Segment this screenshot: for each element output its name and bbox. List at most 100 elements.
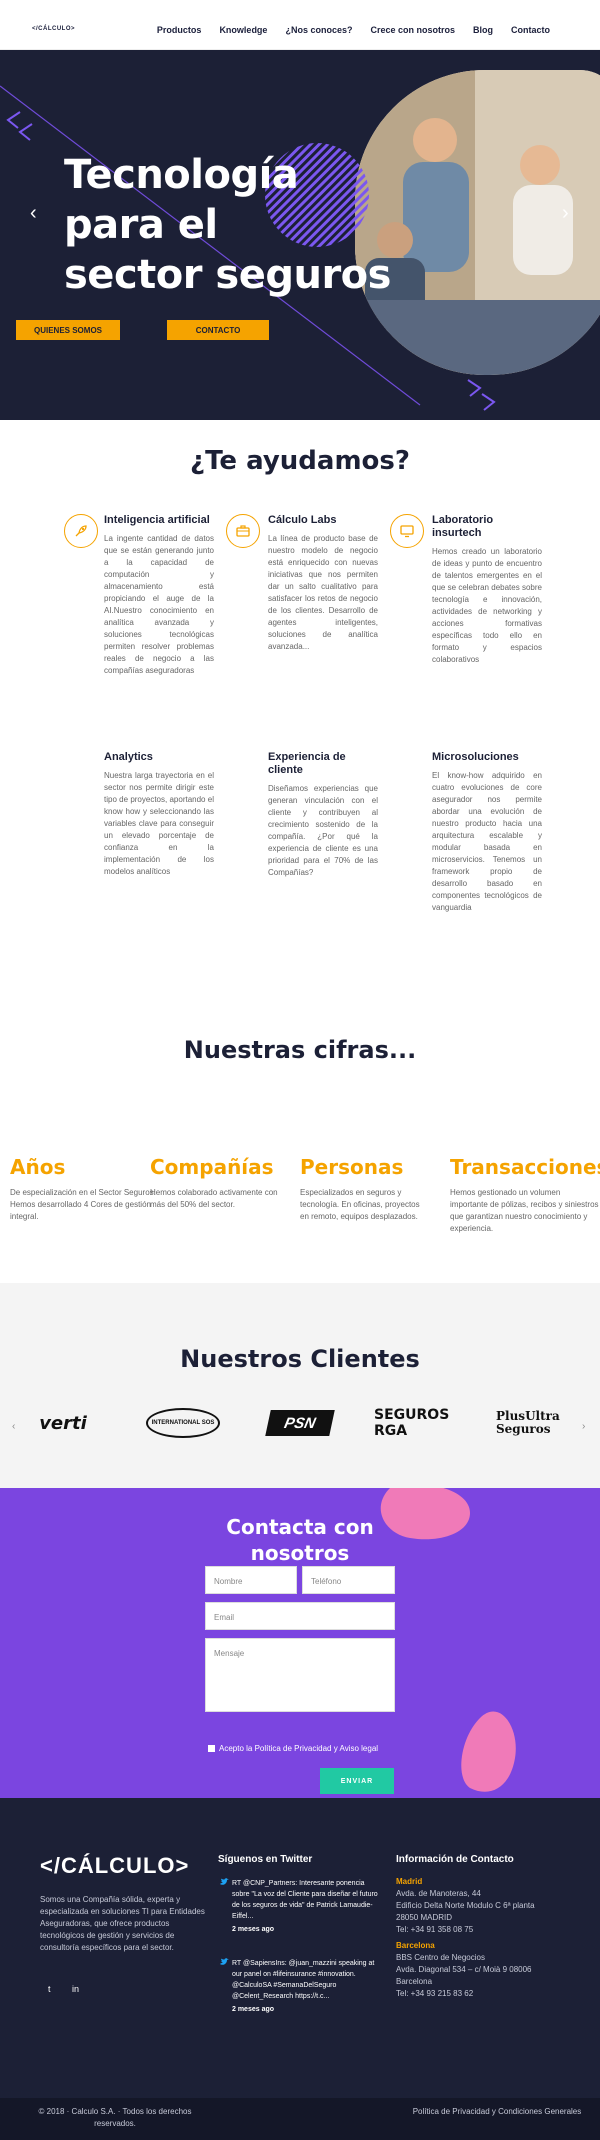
footer-about: Somos una Compañía sólida, experta y esp…: [40, 1895, 205, 1952]
hero-title-line-2: para el: [64, 202, 218, 248]
barcelona-line: Avda. Diagonal 534 – c/ Moià 9 08006 Bar…: [396, 1965, 532, 1986]
service-laboratorio-insurtech: Laboratorio insurtech Hemos creado un la…: [432, 514, 542, 666]
name-input[interactable]: Nombre: [205, 1566, 297, 1594]
logo-text: </CÁLCULO>: [32, 26, 76, 32]
clients-prev-arrow-icon[interactable]: ‹: [12, 1421, 15, 1432]
madrid-line: Edificio Delta Norte Modulo C 6ª planta: [396, 1901, 535, 1910]
service-title: Experiencia de cliente: [268, 751, 346, 776]
service-description: Nuestra larga trayectoria en el sector n…: [104, 771, 214, 876]
figure-title: Compañías: [150, 1155, 274, 1179]
hero-title-line-3: sector seguros: [64, 252, 391, 298]
service-title: Inteligencia artificial: [104, 514, 210, 526]
contact-title: Contacta con nosotros: [200, 1514, 400, 1566]
service-title: Laboratorio insurtech: [432, 514, 494, 539]
figure-companias: Compañías Hemos colaborado activamente c…: [150, 1155, 280, 1211]
barcelona-label: Barcelona: [396, 1941, 435, 1950]
tweet-1: RT @CNP_Partners: Interesante ponencia s…: [232, 1878, 382, 1935]
consent-checkbox[interactable]: [208, 1745, 215, 1752]
phone-input[interactable]: Teléfono: [302, 1566, 395, 1594]
figure-description: Hemos colaborado activamente con más del…: [150, 1188, 278, 1209]
tweet-time: 2 meses ago: [232, 1926, 275, 1933]
contact-info-heading: Información de Contacto: [396, 1854, 514, 1865]
privacy-consent: Acepto la Política de Privacidad y Aviso…: [208, 1744, 378, 1753]
service-analytics: Analytics Nuestra larga trayectoria en e…: [104, 751, 214, 878]
figure-description: De especialización en el Sector Seguros.…: [10, 1188, 156, 1221]
figure-title: Años: [10, 1155, 66, 1179]
service-title: Analytics: [104, 751, 153, 763]
figure-title: Transacciones: [450, 1155, 600, 1179]
footer: </CÁLCULO> Somos una Compañía sólida, ex…: [0, 1798, 600, 2098]
consent-label: Acepto la Política de Privacidad y Aviso…: [219, 1744, 379, 1753]
message-textarea[interactable]: Mensaje: [205, 1638, 395, 1712]
client-logo-international-sos: INTERNATIONAL SOS: [146, 1408, 220, 1438]
tweet-time: 2 meses ago: [232, 2006, 275, 2013]
tweet-2: RT @SapiensIns: @juan_mazzini speaking a…: [232, 1958, 382, 2015]
monitor-icon: [390, 514, 424, 548]
tweet-bird-icon: [220, 1878, 229, 1888]
client-logo-verti: verti: [39, 1412, 87, 1434]
clients-title: Nuestros Clientes: [180, 1345, 420, 1373]
client-logo-rga: SEGUROS RGA: [374, 1407, 450, 1439]
tweet-text[interactable]: RT @SapiensIns: @juan_mazzini speaking a…: [232, 1958, 382, 2002]
bottom-bar: © 2018 · Calculo S.A. · Todos los derech…: [0, 2098, 600, 2140]
service-microsoluciones: Microsoluciones El know-how adquirido en…: [432, 751, 542, 914]
service-description: El know-how adquirido en cuatro evolucio…: [432, 771, 542, 912]
service-ai: Inteligencia artificial La ingente canti…: [104, 514, 214, 677]
slider-prev-arrow-icon[interactable]: ‹: [30, 202, 37, 225]
send-button[interactable]: ENVIAR: [320, 1768, 394, 1794]
madrid-label: Madrid: [396, 1877, 423, 1886]
email-input[interactable]: Email: [205, 1602, 395, 1630]
contact-title-line-1: Contacta con: [226, 1515, 374, 1539]
clients-next-arrow-icon[interactable]: ›: [582, 1421, 585, 1432]
top-navigation: </CÁLCULO> Productos Knowledge ¿Nos cono…: [0, 0, 600, 50]
slider-next-arrow-icon[interactable]: ›: [562, 202, 569, 225]
nav-productos[interactable]: Productos: [157, 25, 202, 35]
tweet-text[interactable]: RT @CNP_Partners: Interesante ponencia s…: [232, 1878, 382, 1922]
service-description: Hemos creado un laboratorio de ideas y p…: [432, 547, 542, 664]
nav-links: Productos Knowledge ¿Nos conoces? Crece …: [139, 25, 550, 35]
nav-crece[interactable]: Crece con nosotros: [370, 25, 455, 35]
footer-logo[interactable]: </CÁLCULO>: [40, 1853, 189, 1879]
legal-link[interactable]: Política de Privacidad y Condiciones Gen…: [412, 2106, 582, 2118]
nav-contacto[interactable]: Contacto: [511, 25, 550, 35]
service-title: Microsoluciones: [432, 751, 519, 763]
briefcase-icon: [226, 514, 260, 548]
service-description: La ingente cantidad de datos que se está…: [104, 534, 214, 675]
figure-anos: Años De especialización en el Sector Seg…: [10, 1155, 160, 1223]
figures-title: Nuestras cifras...: [183, 1036, 417, 1064]
figure-title: Personas: [300, 1155, 404, 1179]
service-description: La línea de producto base de nuestro mod…: [268, 534, 378, 651]
service-description: Diseñamos experiencias que generan vincu…: [268, 784, 378, 877]
logo[interactable]: </CÁLCULO>: [32, 26, 75, 32]
client-logo-psn: PSN: [265, 1410, 335, 1436]
service-calculo-labs: Cálculo Labs La línea de producto base d…: [268, 514, 378, 653]
copyright: © 2018 · Calculo S.A. · Todos los derech…: [38, 2107, 192, 2128]
madrid-phone: Tel: +34 91 358 08 75: [396, 1925, 474, 1934]
contact-title-line-2: nosotros: [250, 1541, 350, 1565]
linkedin-icon[interactable]: in: [72, 1984, 79, 1994]
quienes-somos-button[interactable]: QUIENES SOMOS: [16, 320, 120, 340]
contact-section: Contacta con nosotros Nombre Teléfono Em…: [0, 1488, 600, 1798]
madrid-line: Avda. de Manoteras, 44: [396, 1889, 481, 1898]
figure-description: Hemos gestionado un volumen importante d…: [450, 1188, 599, 1233]
service-title: Cálculo Labs: [268, 514, 337, 526]
contacto-button[interactable]: CONTACTO: [167, 320, 269, 340]
rocket-icon: [64, 514, 98, 548]
client-logo-plusultra: PlusUltra Seguros: [496, 1409, 560, 1436]
barcelona-line: BBS Centro de Negocios: [396, 1953, 485, 1962]
twitter-heading: Síguenos en Twitter: [218, 1854, 313, 1865]
clients-section: Nuestros Clientes ‹ verti INTERNATIONAL …: [0, 1283, 600, 1488]
barcelona-phone: Tel: +34 93 215 83 62: [396, 1989, 474, 1998]
figure-description: Especializados en seguros y tecnología. …: [300, 1188, 420, 1221]
help-section-title: ¿Te ayudamos?: [190, 446, 410, 476]
nav-knowledge[interactable]: Knowledge: [219, 25, 267, 35]
nav-blog[interactable]: Blog: [473, 25, 493, 35]
figure-personas: Personas Especializados en seguros y tec…: [300, 1155, 430, 1223]
figure-transacciones: Transacciones Hemos gestionado un volume…: [450, 1155, 600, 1235]
madrid-line: 28050 MADRID: [396, 1913, 453, 1922]
madrid-info: Madrid Avda. de Manoteras, 44 Edificio D…: [396, 1876, 566, 2000]
service-experiencia-cliente: Experiencia de cliente Diseñamos experie…: [268, 751, 378, 879]
twitter-icon[interactable]: t: [48, 1984, 51, 1994]
nav-nos-conoces[interactable]: ¿Nos conoces?: [285, 25, 352, 35]
tweet-bird-icon: [220, 1958, 229, 1968]
